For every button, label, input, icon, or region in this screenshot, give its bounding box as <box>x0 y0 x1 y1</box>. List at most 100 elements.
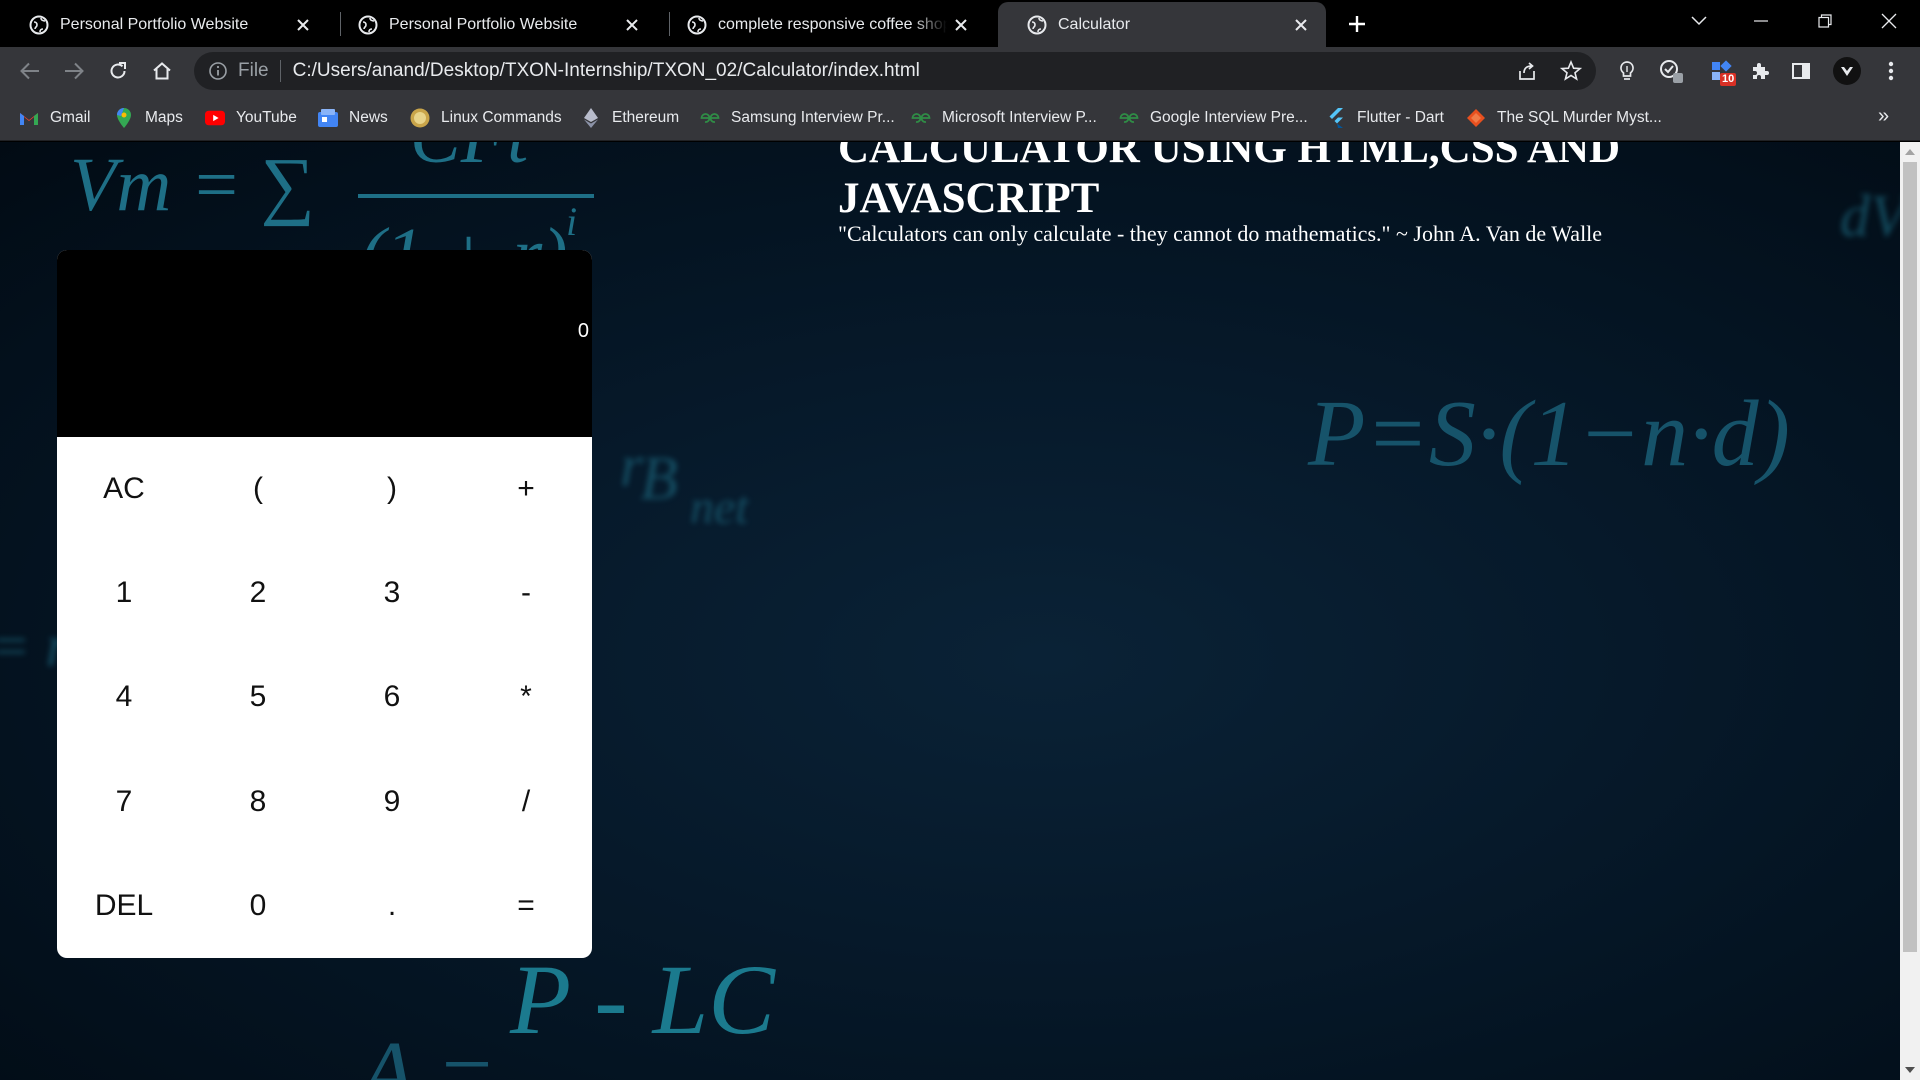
page-scrollbar[interactable] <box>1900 142 1920 1080</box>
extension-web-monitor[interactable] <box>1656 56 1686 86</box>
key-9[interactable]: 9 <box>325 750 459 854</box>
extension-badged[interactable]: 10 <box>1706 56 1737 86</box>
tab-strip: Personal Portfolio Website Personal Port… <box>0 0 1920 47</box>
bookmark-label: Ethereum <box>612 109 680 126</box>
key-5[interactable]: 5 <box>191 645 325 749</box>
key-equals[interactable]: = <box>459 854 592 958</box>
new-tab-button[interactable] <box>1342 9 1372 39</box>
fraction-bar <box>358 194 594 198</box>
key-0[interactable]: 0 <box>191 854 325 958</box>
extension-bulb[interactable] <box>1612 56 1642 86</box>
extensions-button[interactable] <box>1745 56 1775 86</box>
flutter-icon <box>1326 108 1346 128</box>
news-icon <box>318 108 338 128</box>
key-6[interactable]: 6 <box>325 645 459 749</box>
more-bookmarks-button[interactable]: » <box>1878 105 1889 128</box>
scroll-down-button[interactable] <box>1900 1060 1920 1080</box>
back-button[interactable] <box>14 55 46 87</box>
key-2[interactable]: 2 <box>191 541 325 645</box>
menu-button[interactable] <box>1876 56 1906 86</box>
restore-icon <box>1818 14 1832 28</box>
calculator-display: 0 <box>57 250 592 437</box>
key-clear[interactable]: AC <box>57 437 191 541</box>
share-icon[interactable] <box>1516 60 1538 82</box>
avatar <box>1833 57 1861 85</box>
reload-icon <box>110 62 126 79</box>
gfg-icon <box>1119 108 1139 128</box>
bookmark-youtube[interactable]: YouTube <box>205 105 297 131</box>
restore-button[interactable] <box>1794 0 1856 42</box>
key-7[interactable]: 7 <box>57 750 191 854</box>
home-button[interactable] <box>146 55 178 87</box>
key-minus[interactable]: - <box>459 541 592 645</box>
key-close-paren[interactable]: ) <box>325 437 459 541</box>
bookmark-gmail[interactable]: Gmail <box>19 105 90 131</box>
side-panel-button[interactable] <box>1786 56 1816 86</box>
star-icon[interactable] <box>1560 60 1582 82</box>
key-plus[interactable]: + <box>459 437 592 541</box>
tab-portfolio-1[interactable]: Personal Portfolio Website <box>0 2 328 47</box>
linux-icon <box>410 108 430 128</box>
profile-button[interactable] <box>1832 56 1862 86</box>
close-tab-icon[interactable] <box>1287 11 1315 39</box>
scroll-up-button[interactable] <box>1900 142 1920 162</box>
bookmark-sql-murder[interactable]: The SQL Murder Myst... <box>1466 105 1662 131</box>
youtube-icon <box>205 108 225 128</box>
bookmark-google-interview[interactable]: Google Interview Pre... <box>1119 105 1308 131</box>
close-tab-icon[interactable] <box>947 11 975 39</box>
tab-coffee-shop[interactable]: complete responsive coffee shop website <box>658 2 986 47</box>
calculator: 0 AC ( ) + 1 2 3 - 4 5 6 * 7 8 9 / DEL 0… <box>57 250 592 958</box>
url-text[interactable]: C:/Users/anand/Desktop/TXON-Internship/T… <box>293 60 920 82</box>
arrow-right-icon <box>65 62 84 80</box>
globe-icon <box>358 15 378 34</box>
address-bar[interactable]: File C:/Users/anand/Desktop/TXON-Interns… <box>194 52 1596 90</box>
reload-button[interactable] <box>102 55 134 87</box>
bookmark-flutter-dart[interactable]: Flutter - Dart <box>1326 105 1444 131</box>
key-divide[interactable]: / <box>459 750 592 854</box>
bookmark-news[interactable]: News <box>318 105 388 131</box>
bookmark-label: Flutter - Dart <box>1357 109 1444 126</box>
caret-up-icon <box>1905 149 1915 155</box>
key-8[interactable]: 8 <box>191 750 325 854</box>
tab-portfolio-2[interactable]: Personal Portfolio Website <box>329 2 657 47</box>
key-4[interactable]: 4 <box>57 645 191 749</box>
forward-button[interactable] <box>58 55 90 87</box>
plus-icon <box>1349 16 1365 32</box>
close-window-button[interactable] <box>1858 0 1920 42</box>
key-delete[interactable]: DEL <box>57 854 191 958</box>
close-tab-icon[interactable] <box>289 11 317 39</box>
key-3[interactable]: 3 <box>325 541 459 645</box>
bookmark-label: Google Interview Pre... <box>1150 109 1308 126</box>
scheme-label: File <box>238 60 269 81</box>
globe-icon <box>29 15 49 34</box>
bookmark-linux-commands[interactable]: Linux Commands <box>410 105 562 131</box>
maps-icon <box>114 108 134 128</box>
key-decimal[interactable]: . <box>325 854 459 958</box>
close-tab-icon[interactable] <box>618 11 646 39</box>
scrollbar-thumb[interactable] <box>1903 162 1917 952</box>
background-formula: P - LC <box>510 944 775 1055</box>
arrow-left-icon <box>20 62 39 80</box>
bookmark-samsung-interview[interactable]: Samsung Interview Pr... <box>700 105 895 131</box>
tab-search-button[interactable] <box>1668 0 1730 42</box>
background-formula: i <box>566 199 578 244</box>
bookmark-label: Maps <box>145 109 183 126</box>
key-1[interactable]: 1 <box>57 541 191 645</box>
gmail-icon <box>19 108 39 128</box>
background-formula: B <box>640 445 678 513</box>
page-viewport: Vm = ∑ CFt (1 + r) i P=S·(1−n·d) r B net… <box>0 142 1900 1080</box>
bookmark-ethereum[interactable]: Ethereum <box>581 105 679 131</box>
bookmark-microsoft-interview[interactable]: Microsoft Interview P... <box>911 105 1097 131</box>
minimize-icon <box>1754 20 1768 22</box>
key-open-paren[interactable]: ( <box>191 437 325 541</box>
globe-icon <box>1027 15 1047 34</box>
caret-down-icon <box>1905 1067 1915 1073</box>
info-icon[interactable] <box>208 61 228 81</box>
minimize-button[interactable] <box>1730 0 1792 42</box>
tab-calculator[interactable]: Calculator <box>998 2 1326 47</box>
close-icon <box>1881 13 1897 29</box>
key-multiply[interactable]: * <box>459 645 592 749</box>
bookmark-maps[interactable]: Maps <box>114 105 183 131</box>
bookmark-label: News <box>349 109 388 126</box>
monitor-extension-icon <box>1660 60 1683 83</box>
